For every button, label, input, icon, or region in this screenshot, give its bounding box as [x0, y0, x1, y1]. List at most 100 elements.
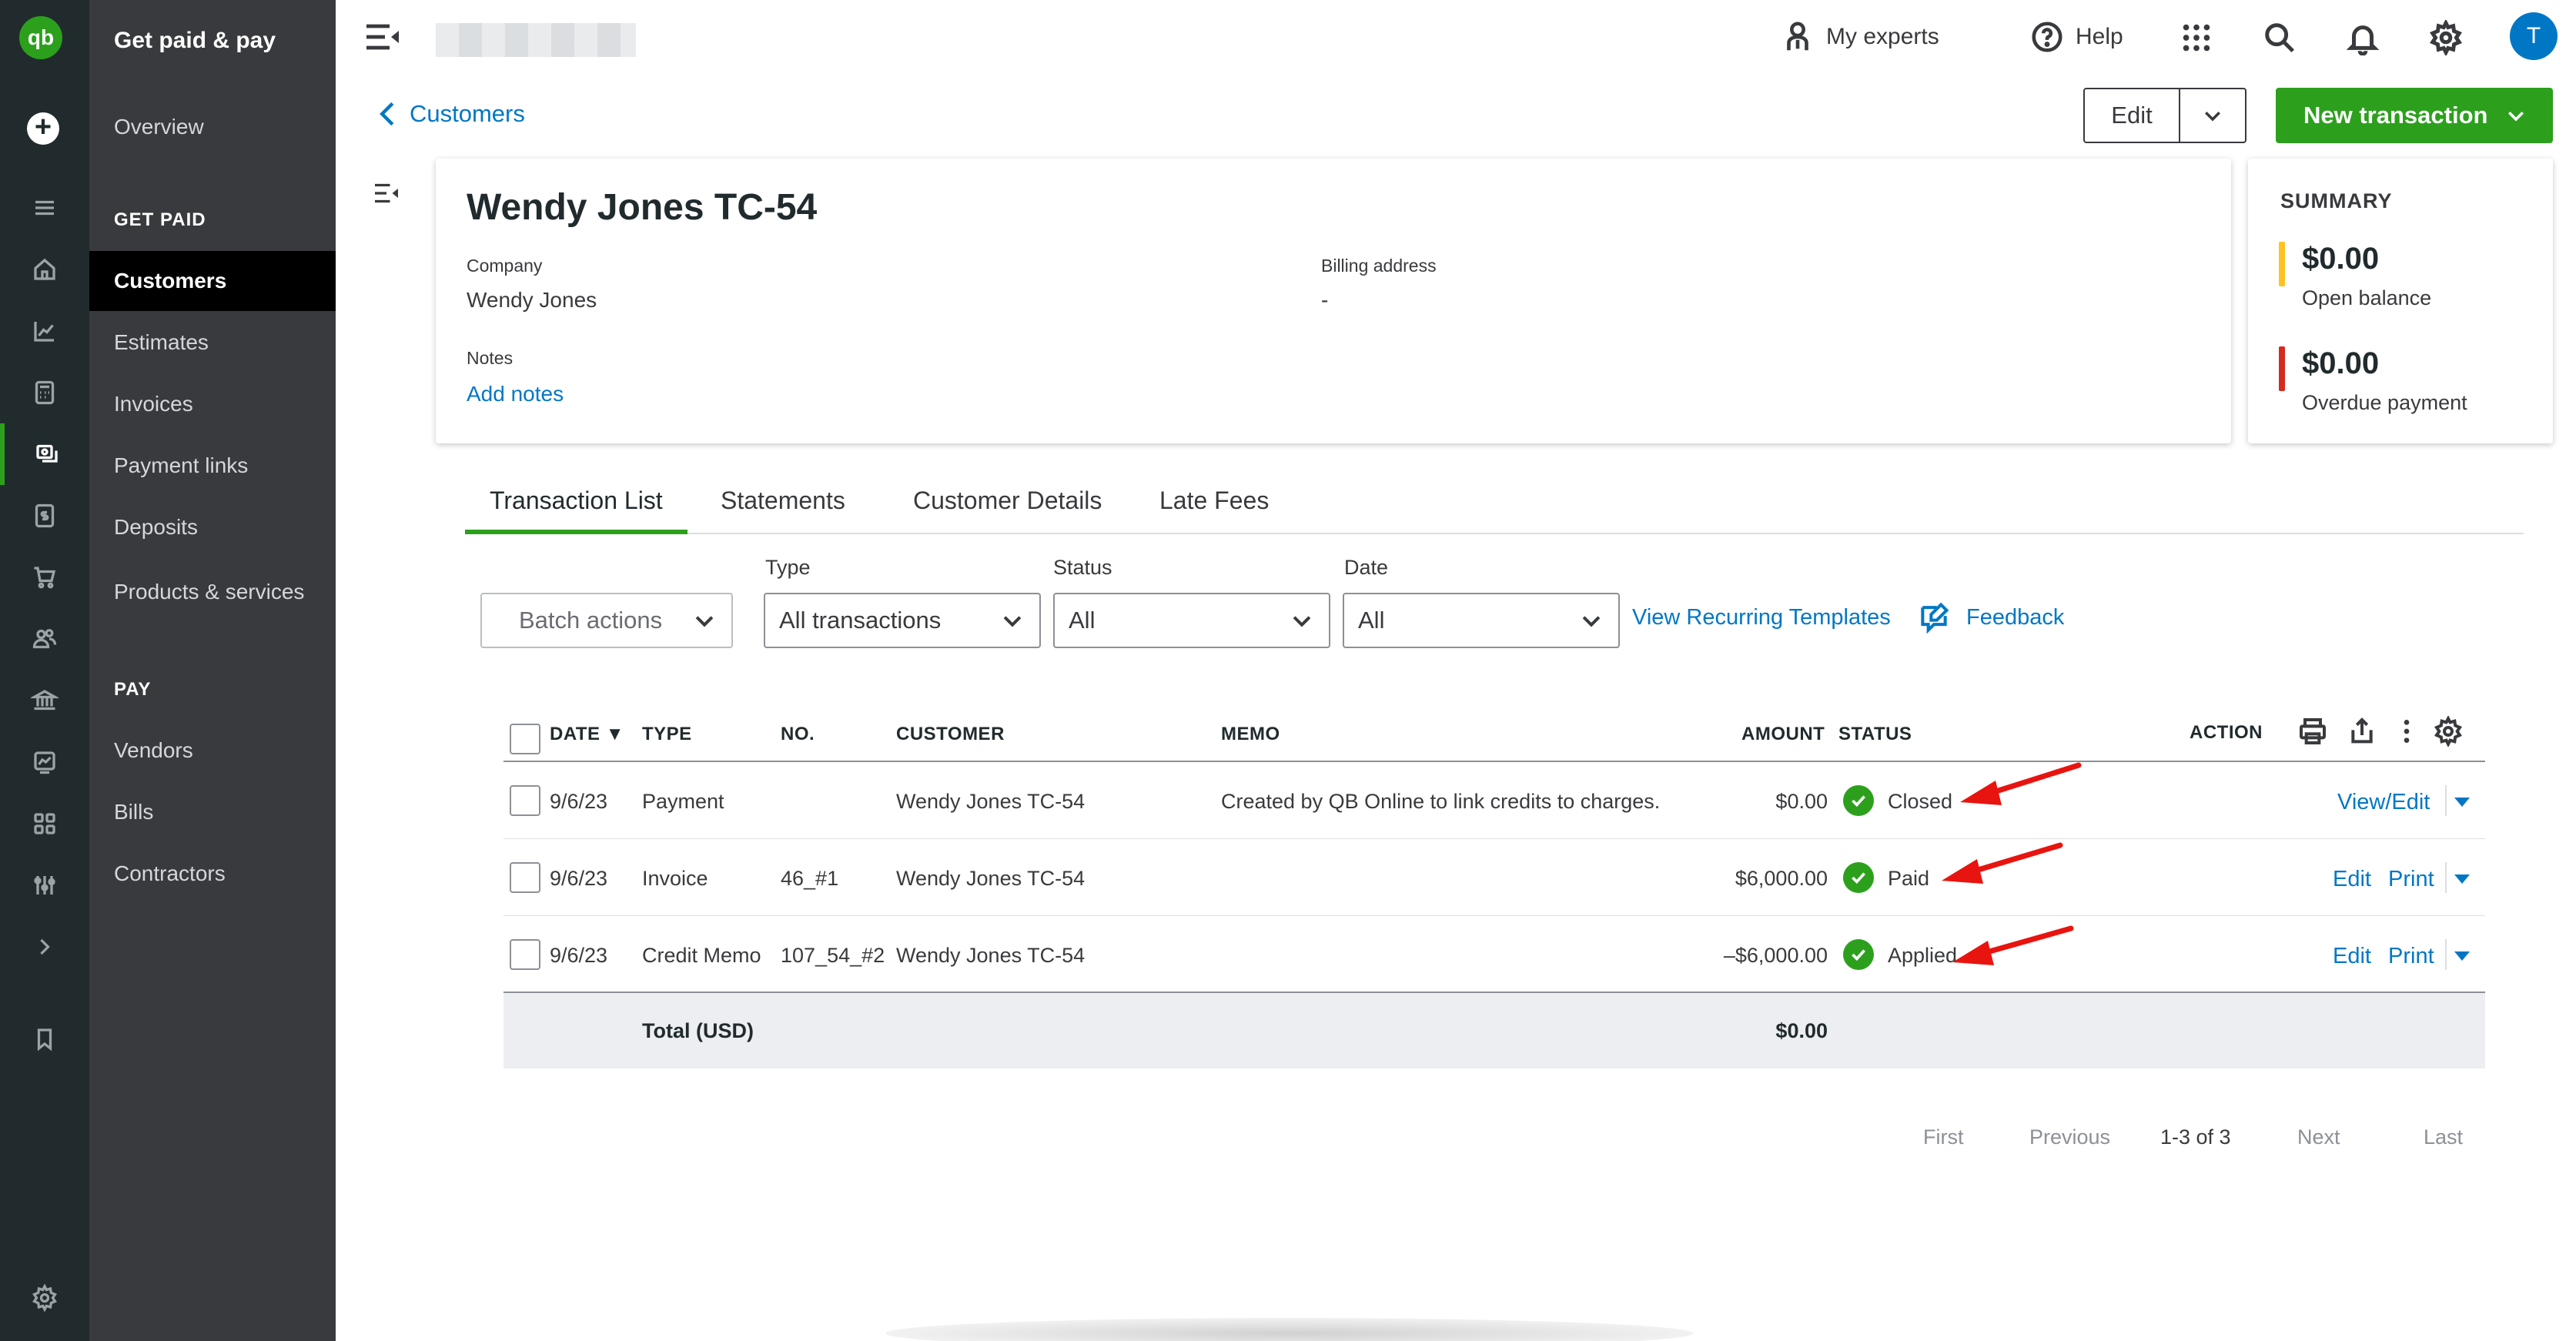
- column-header-date[interactable]: DATE ▼: [550, 724, 624, 745]
- status-filter-select[interactable]: All: [1053, 593, 1330, 648]
- help-link[interactable]: Help: [2029, 17, 2123, 57]
- print-link[interactable]: Print: [2388, 944, 2434, 969]
- tab-transaction-list[interactable]: Transaction List: [465, 483, 687, 534]
- view-edit-link[interactable]: View/Edit: [2337, 790, 2430, 815]
- nav-item-estimates[interactable]: Estimates: [89, 313, 336, 373]
- tools-icon[interactable]: [0, 854, 89, 916]
- nav-item-customers[interactable]: Customers: [89, 251, 336, 311]
- nav-item-deposits[interactable]: Deposits: [89, 497, 336, 557]
- edit-link[interactable]: Edit: [2333, 944, 2371, 969]
- apps-dots-icon[interactable]: [2173, 14, 2220, 62]
- total-label: Total (USD): [642, 1019, 754, 1042]
- create-new-plus-icon[interactable]: +: [27, 112, 59, 145]
- quickbooks-logo-icon[interactable]: qb: [19, 16, 62, 59]
- customer-info-card: Wendy Jones TC-54 Company Wendy Jones Bi…: [436, 159, 2231, 443]
- feedback-link[interactable]: Feedback: [1917, 600, 2064, 634]
- column-header-amount[interactable]: AMOUNT: [1741, 724, 1825, 745]
- overdue-payment-label: Overdue payment: [2302, 391, 2467, 414]
- calculator-icon[interactable]: [0, 362, 89, 423]
- pager-next-button[interactable]: Next: [2297, 1125, 2340, 1149]
- nav-item-payment-links[interactable]: Payment links: [89, 436, 336, 496]
- row-status: Applied: [1888, 944, 1958, 967]
- bookmark-icon[interactable]: [0, 1008, 89, 1070]
- document-dollar-icon[interactable]: [0, 485, 89, 547]
- view-recurring-templates-link[interactable]: View Recurring Templates: [1632, 605, 1891, 630]
- nav-item-invoices[interactable]: Invoices: [89, 374, 336, 434]
- row-actions-caret-icon[interactable]: [2454, 951, 2470, 961]
- type-filter-value: All transactions: [779, 607, 942, 634]
- collapse-menu-icon[interactable]: [363, 22, 400, 56]
- menu-icon[interactable]: [0, 177, 89, 239]
- my-experts-label: My experts: [1826, 24, 1939, 49]
- bank-icon[interactable]: [0, 670, 89, 731]
- billing-address-label: Billing address: [1321, 256, 1437, 276]
- row-checkbox[interactable]: [510, 862, 540, 893]
- pager-previous-button[interactable]: Previous: [2029, 1125, 2110, 1149]
- table-row[interactable]: 9/6/23 Credit Memo 107_54_#2 Wendy Jones…: [503, 916, 2485, 993]
- date-filter-select[interactable]: All: [1343, 593, 1620, 648]
- settings-gear-icon[interactable]: [0, 1267, 89, 1329]
- edit-link[interactable]: Edit: [2333, 867, 2371, 892]
- collapse-details-icon[interactable]: [373, 182, 400, 209]
- table-settings-gear-icon[interactable]: [2433, 714, 2464, 748]
- column-header-memo[interactable]: MEMO: [1221, 724, 1280, 745]
- top-bar: My experts Help T: [336, 0, 2576, 77]
- user-avatar[interactable]: T: [2510, 12, 2558, 60]
- nav-item-vendors[interactable]: Vendors: [89, 721, 336, 781]
- status-check-icon: [1843, 939, 1874, 970]
- back-to-customers-link[interactable]: Customers: [379, 100, 525, 128]
- add-notes-link[interactable]: Add notes: [467, 382, 564, 406]
- chevron-down-icon: [695, 616, 714, 627]
- search-icon[interactable]: [2256, 14, 2303, 62]
- edit-button[interactable]: Edit: [2085, 89, 2180, 142]
- row-actions-caret-icon[interactable]: [2454, 874, 2470, 884]
- pager-first-button[interactable]: First: [1923, 1125, 1963, 1149]
- nav-item-overview[interactable]: Overview: [89, 97, 336, 157]
- batch-actions-dropdown[interactable]: Batch actions: [480, 593, 733, 648]
- table-row[interactable]: 9/6/23 Invoice 46_#1 Wendy Jones TC-54 $…: [503, 839, 2485, 916]
- notifications-bell-icon[interactable]: [2339, 14, 2387, 62]
- sales-tax-icon[interactable]: [0, 731, 89, 793]
- pager-last-button[interactable]: Last: [2424, 1125, 2463, 1149]
- column-header-customer[interactable]: CUSTOMER: [896, 724, 1005, 745]
- row-actions-caret-icon[interactable]: [2454, 798, 2470, 807]
- row-checkbox[interactable]: [510, 785, 540, 816]
- column-header-no[interactable]: NO.: [781, 724, 815, 745]
- tab-customer-details[interactable]: Customer Details: [888, 483, 1126, 534]
- table-row[interactable]: 9/6/23 Payment Wendy Jones TC-54 Created…: [503, 762, 2485, 839]
- home-icon[interactable]: [0, 239, 89, 300]
- settings-gear-icon[interactable]: [2422, 14, 2470, 62]
- export-icon[interactable]: [2347, 716, 2377, 747]
- date-filter-value: All: [1358, 607, 1385, 634]
- column-header-type[interactable]: TYPE: [642, 724, 692, 745]
- apps-grid-icon[interactable]: [0, 793, 89, 854]
- type-filter-select[interactable]: All transactions: [764, 593, 1041, 648]
- select-all-checkbox[interactable]: [510, 724, 540, 754]
- back-link-label: Customers: [410, 100, 525, 127]
- my-experts-link[interactable]: My experts: [1780, 17, 1939, 57]
- nav-item-contractors[interactable]: Contractors: [89, 844, 336, 904]
- more-options-vertical-dots-icon[interactable]: [2391, 716, 2422, 747]
- reports-chart-icon[interactable]: [0, 300, 89, 362]
- row-customer: Wendy Jones TC-54: [896, 867, 1086, 890]
- new-transaction-button[interactable]: New transaction: [2276, 88, 2553, 143]
- overdue-payment-amount: $0.00: [2302, 346, 2380, 380]
- column-header-status[interactable]: STATUS: [1838, 724, 1912, 745]
- print-icon[interactable]: [2297, 716, 2328, 747]
- cart-icon[interactable]: [0, 547, 89, 608]
- row-amount: –$6,000.00: [1723, 944, 1828, 967]
- row-checkbox[interactable]: [510, 939, 540, 970]
- tab-late-fees[interactable]: Late Fees: [1135, 483, 1293, 534]
- print-link[interactable]: Print: [2388, 867, 2434, 892]
- edit-dropdown-button[interactable]: [2180, 89, 2245, 142]
- people-icon[interactable]: [0, 608, 89, 670]
- nav-item-products-services[interactable]: Products & services: [89, 562, 336, 622]
- tab-statements[interactable]: Statements: [696, 483, 870, 534]
- expand-chevron-right-icon[interactable]: [0, 916, 89, 978]
- chevron-down-icon: [2205, 112, 2220, 122]
- chevron-down-icon: [1582, 616, 1601, 627]
- nav-item-bills[interactable]: Bills: [89, 782, 336, 842]
- get-paid-and-pay-icon[interactable]: [0, 423, 89, 485]
- row-status: Paid: [1888, 867, 1930, 890]
- icon-rail: qb +: [0, 0, 89, 1341]
